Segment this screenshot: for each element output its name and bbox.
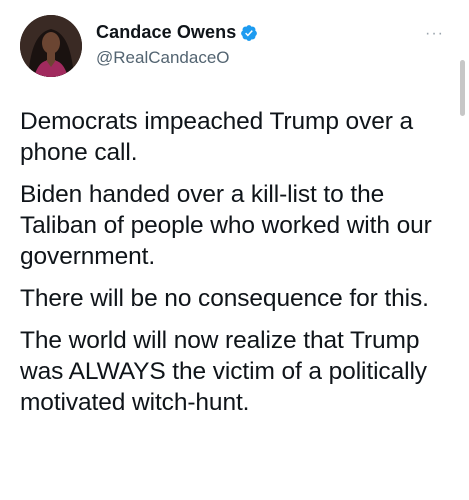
tweet-paragraph: There will be no consequence for this. (20, 285, 429, 312)
author-handle[interactable]: @RealCandaceO (96, 48, 230, 68)
tweet-paragraph: Democrats impeached Trump over a phone c… (20, 108, 414, 166)
tweet-paragraph: Biden handed over a kill-list to the Tal… (20, 181, 432, 270)
tweet-paragraph: The world will now realize that Trump wa… (20, 327, 427, 416)
author-name-row: Candace Owens (96, 22, 258, 43)
tweet-text: Democrats impeached Trump over a phone c… (20, 106, 450, 429)
avatar[interactable] (20, 15, 82, 77)
verified-badge-icon (240, 24, 258, 42)
profile-photo-icon (20, 15, 82, 77)
tweet-card: Candace Owens @RealCandaceO ··· Democrat… (0, 0, 469, 500)
scrollbar-thumb[interactable] (460, 60, 465, 116)
author-display-name[interactable]: Candace Owens (96, 22, 236, 43)
more-horizontal-icon[interactable]: ··· (425, 26, 444, 42)
